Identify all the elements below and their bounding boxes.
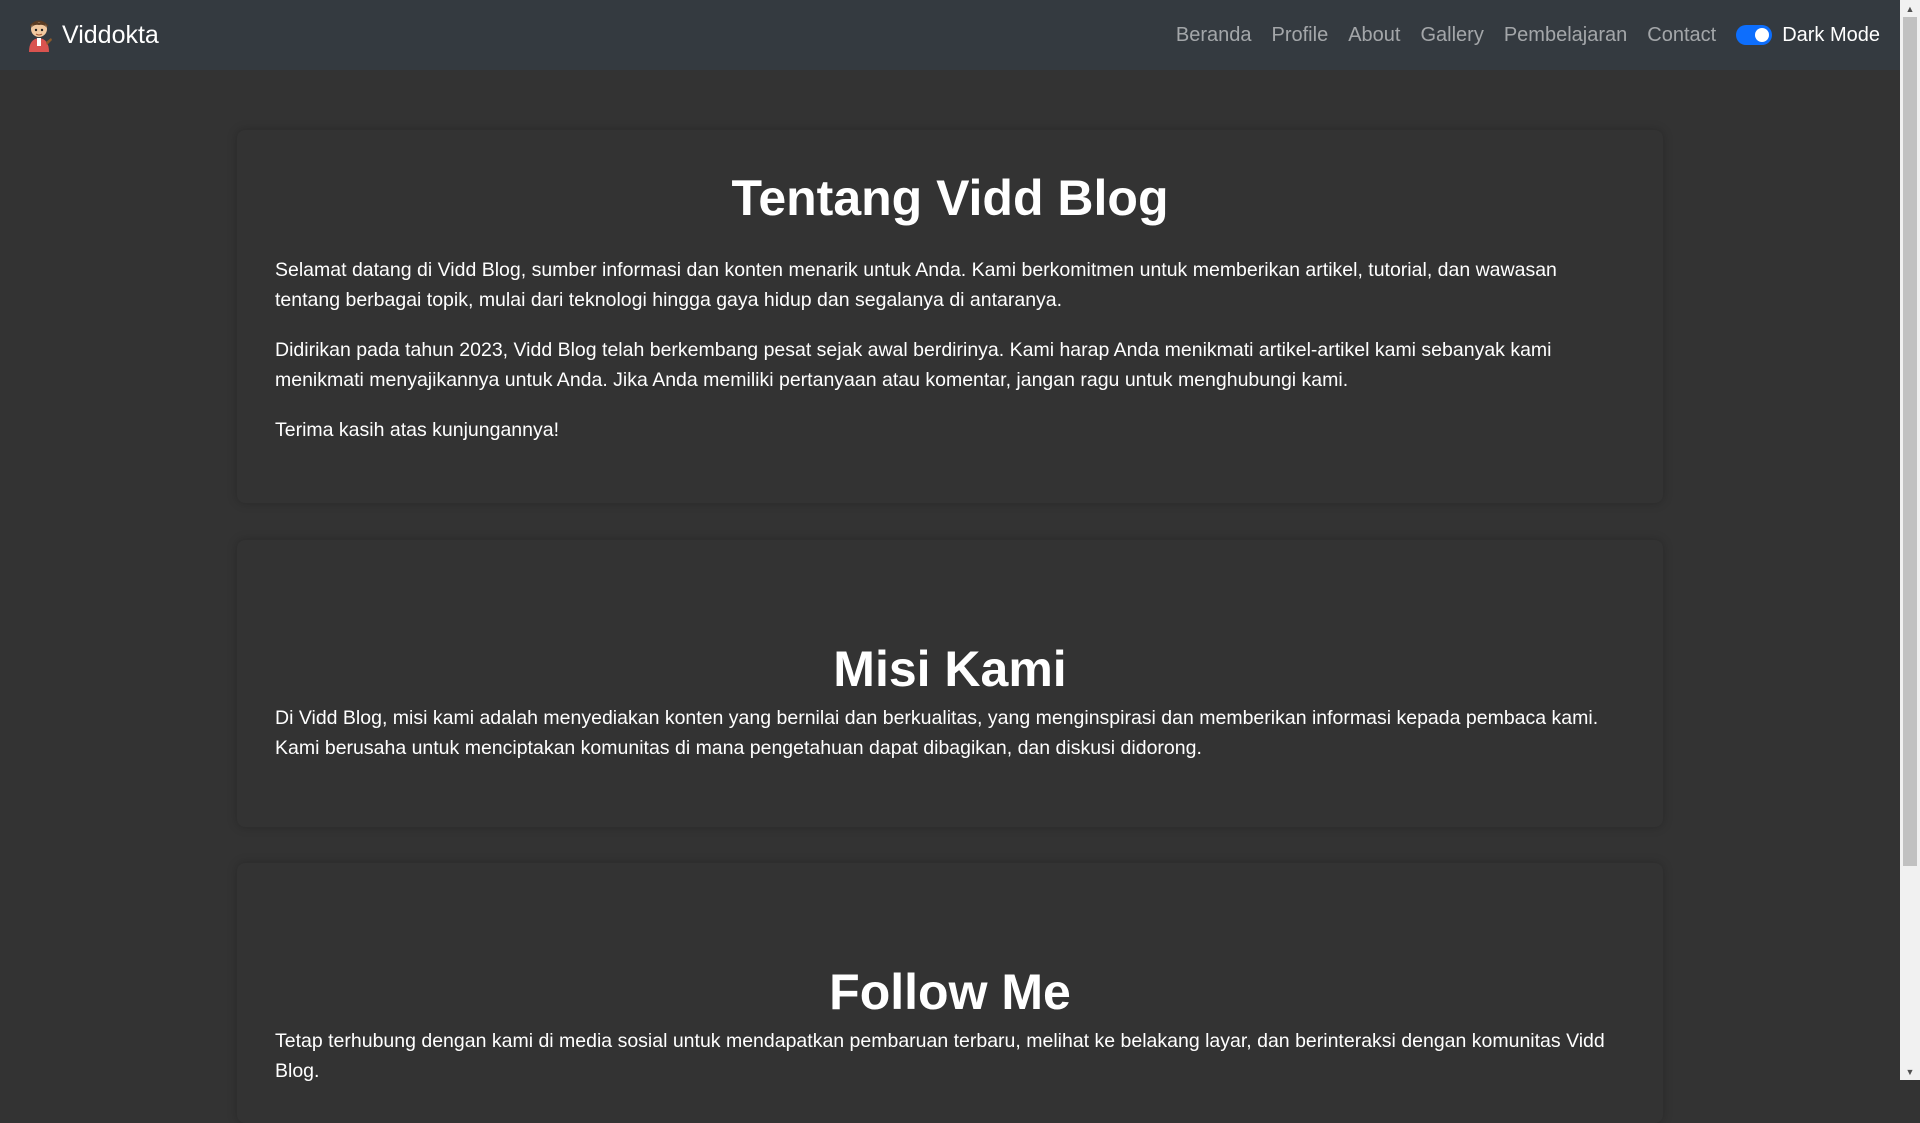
brand-name: Viddokta [62, 20, 159, 49]
dark-mode-toggle[interactable]: Dark Mode [1736, 24, 1880, 47]
nav-link-gallery[interactable]: Gallery [1410, 24, 1493, 47]
about-title: Tentang Vidd Blog [731, 170, 1169, 226]
scroll-down-icon[interactable]: ▼ [1900, 1063, 1920, 1080]
about-paragraph-3: Terima kasih atas kunjungannya! [275, 419, 559, 441]
about-paragraph-1: Selamat datang di Vidd Blog, sumber info… [275, 259, 1557, 311]
nav-links: Beranda Profile About Gallery Pembelajar… [1166, 24, 1880, 47]
switch-knob [1755, 28, 1770, 42]
follow-title: Follow Me [829, 964, 1071, 1020]
nav-link-about[interactable]: About [1338, 24, 1410, 47]
brand-link[interactable]: Viddokta [24, 18, 159, 52]
mission-card: Misi Kami Di Vidd Blog, misi kami adalah… [237, 540, 1663, 827]
navbar: Viddokta Beranda Profile About Gallery P… [0, 0, 1900, 70]
vertical-scrollbar[interactable]: ▲ ▼ [1900, 0, 1920, 1080]
nav-link-contact[interactable]: Contact [1637, 24, 1726, 47]
mission-title: Misi Kami [833, 641, 1067, 697]
scroll-up-icon[interactable]: ▲ [1900, 0, 1920, 17]
follow-text: Tetap terhubung dengan kami di media sos… [275, 1030, 1605, 1082]
nav-link-profile[interactable]: Profile [1262, 24, 1339, 47]
scrollbar-thumb[interactable] [1903, 17, 1917, 866]
mission-text: Di Vidd Blog, misi kami adalah menyediak… [275, 707, 1599, 759]
nav-link-pembelajaran[interactable]: Pembelajaran [1494, 24, 1637, 47]
follow-card: Follow Me Tetap terhubung dengan kami di… [237, 863, 1663, 1123]
about-card: Tentang Vidd Blog Selamat datang di Vidd… [237, 130, 1663, 503]
nav-link-beranda[interactable]: Beranda [1166, 24, 1262, 47]
dark-mode-switch[interactable] [1736, 25, 1773, 45]
dark-mode-label: Dark Mode [1782, 23, 1880, 46]
brand-logo-icon [29, 20, 52, 52]
about-paragraph-2: Didirikan pada tahun 2023, Vidd Blog tel… [275, 339, 1552, 391]
